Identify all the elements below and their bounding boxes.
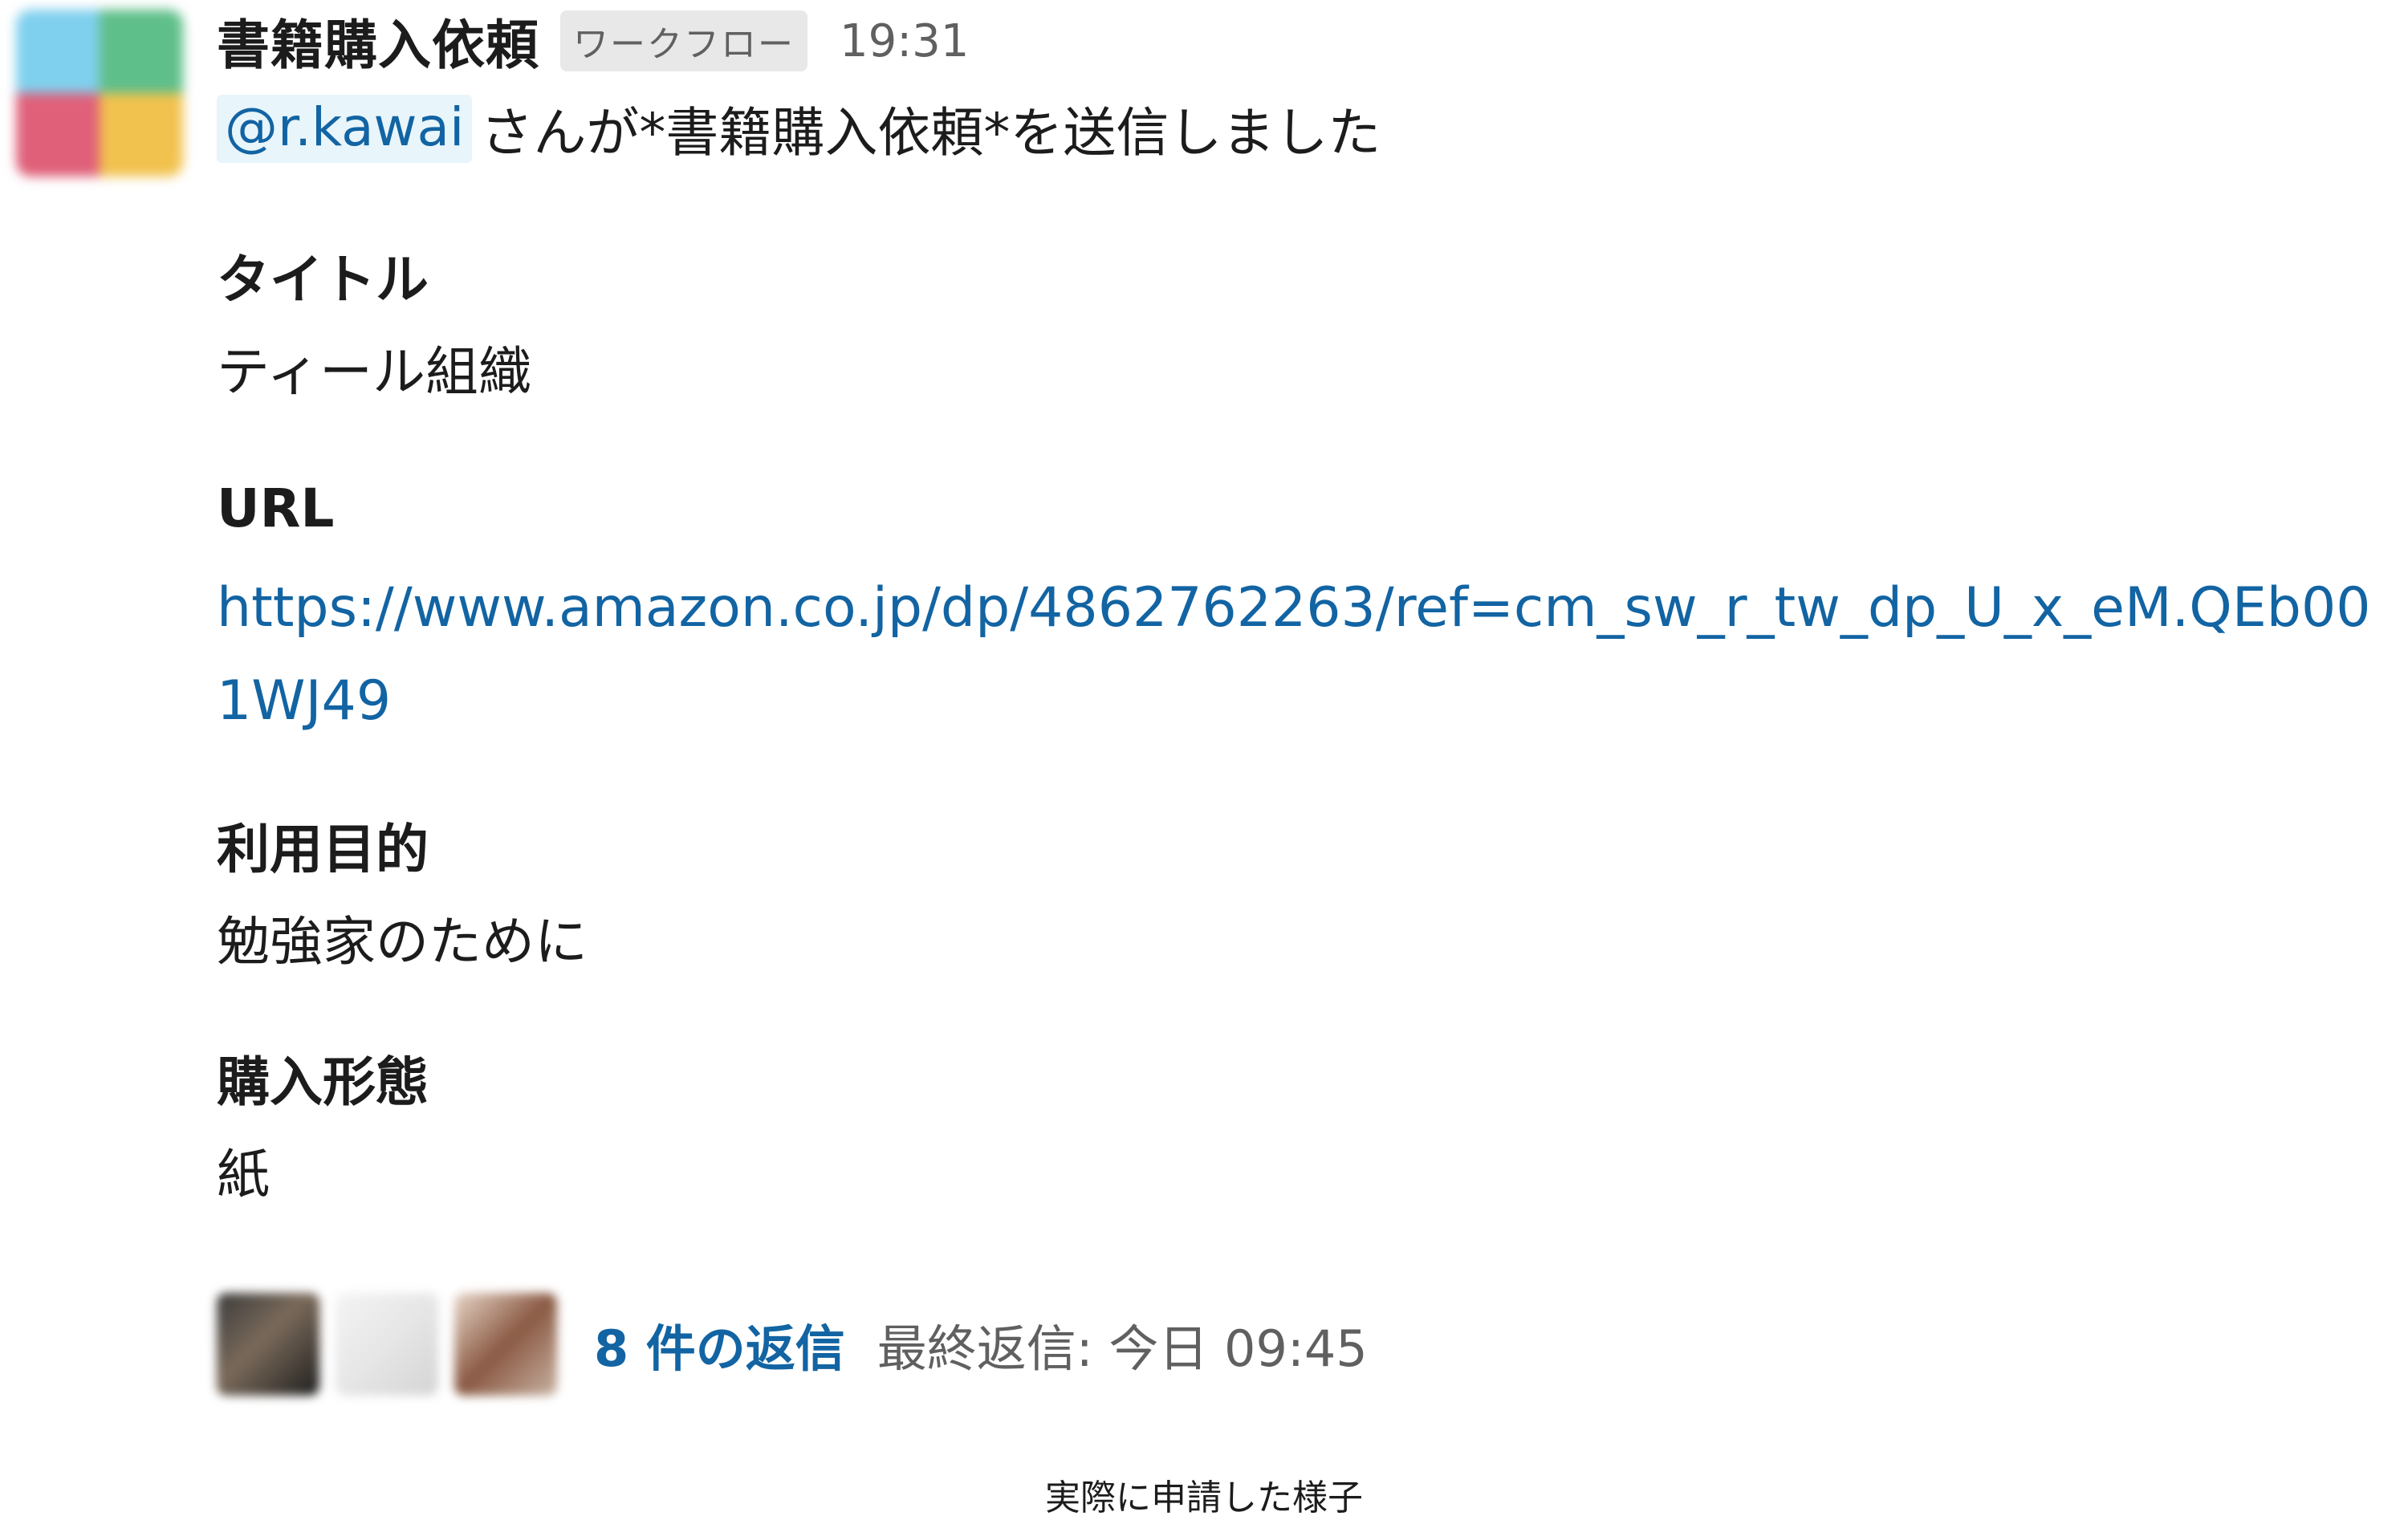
- field-label-title: タイトル: [217, 249, 429, 311]
- field-value-title: ティール組織: [217, 341, 532, 403]
- avatar-quadrant: [100, 10, 183, 93]
- field-label-url: URL: [217, 478, 335, 539]
- field-value-format: 紙: [217, 1144, 270, 1205]
- user-mention[interactable]: @r.kawai: [217, 94, 473, 163]
- field-label-format: 購入形態: [217, 1051, 429, 1113]
- workflow-badge: ワークフロー: [560, 10, 807, 71]
- avatar-quadrant: [100, 93, 183, 177]
- last-reply-time: 最終返信: 今日 09:45: [877, 1319, 1368, 1378]
- replier-avatar: [454, 1293, 557, 1396]
- reply-count-link[interactable]: 8 件の返信: [594, 1308, 845, 1380]
- intro-text: さんが*書籍購入依頼*を送信しました: [480, 102, 1381, 164]
- workflow-message: 書籍購入依頼 ワークフロー 19:31 @r.kawai さんが*書籍購入依頼*…: [0, 0, 2408, 1445]
- avatar-quadrant: [16, 93, 100, 177]
- avatar-quadrant: [16, 10, 100, 93]
- message-header: 書籍購入依頼 ワークフロー 19:31: [217, 5, 969, 77]
- thread-summary[interactable]: 8 件の返信 最終返信: 今日 09:45: [217, 1288, 1368, 1400]
- replier-avatar: [336, 1293, 438, 1396]
- message-intro: @r.kawai さんが*書籍購入依頼*を送信しました: [217, 88, 1381, 169]
- url-link[interactable]: https://www.amazon.co.jp/dp/4862762263/r…: [217, 562, 2376, 748]
- sender-name[interactable]: 書籍購入依頼: [217, 2, 539, 79]
- workflow-avatar[interactable]: [16, 10, 183, 177]
- field-value-purpose: 勉強家のために: [217, 911, 588, 973]
- field-label-purpose: 利用目的: [217, 819, 429, 880]
- image-caption: 実際に申請した様子: [1045, 1477, 1363, 1518]
- message-timestamp[interactable]: 19:31: [840, 15, 969, 67]
- replier-avatar: [217, 1293, 319, 1396]
